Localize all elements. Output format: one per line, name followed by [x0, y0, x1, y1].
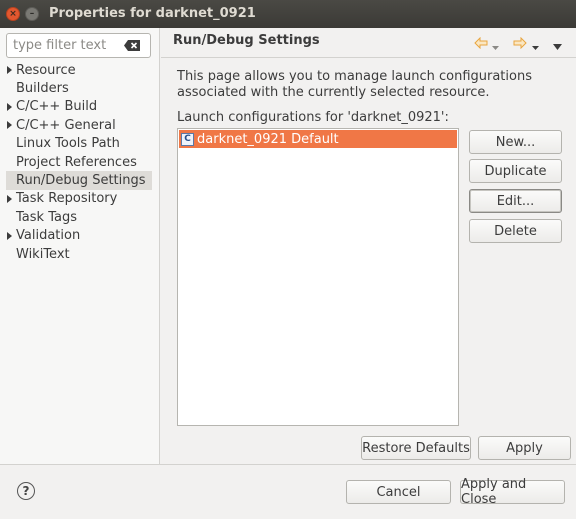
tree-item[interactable]: Task Repository — [6, 190, 152, 208]
footer-divider — [0, 464, 576, 465]
help-icon[interactable]: ? — [17, 482, 35, 500]
filter-placeholder: type filter text — [13, 38, 107, 53]
launch-config-label: Launch configurations for 'darknet_0921'… — [177, 110, 449, 125]
forward-menu-icon[interactable] — [532, 41, 539, 55]
expand-arrow-icon[interactable] — [7, 66, 12, 74]
tree-item[interactable]: Run/Debug Settings — [6, 171, 152, 190]
apply-and-close-button[interactable]: Apply and Close — [460, 477, 565, 507]
tree-item-label: Task Tags — [16, 209, 77, 225]
window-titlebar: × – Properties for darknet_0921 — [0, 0, 576, 28]
back-menu-icon[interactable] — [492, 41, 499, 55]
list-item[interactable]: C darknet_0921 Default — [179, 130, 457, 148]
back-icon[interactable] — [474, 36, 488, 50]
tree-item-label: Resource — [16, 62, 76, 78]
tree-item-label: Linux Tools Path — [16, 136, 120, 152]
forward-icon[interactable] — [513, 36, 527, 50]
tree-item[interactable]: Project References — [6, 153, 152, 171]
tree-item-label: Builders — [16, 81, 69, 97]
tree-item-label: Task Repository — [16, 191, 118, 207]
tree-item-label: C/C++ Build — [16, 99, 98, 115]
tree-item-label: Validation — [16, 228, 81, 244]
tree-item[interactable]: Resource — [6, 61, 152, 79]
apply-button[interactable]: Apply — [478, 436, 571, 460]
edit-button[interactable]: Edit... — [469, 189, 562, 213]
property-pages-pane: type filter text Resource Builders C/C++ B… — [0, 28, 160, 464]
restore-defaults-button[interactable]: Restore Defaults — [361, 436, 471, 460]
new-button[interactable]: New... — [469, 130, 562, 154]
list-item-label: darknet_0921 Default — [197, 131, 339, 147]
tree-item[interactable]: Builders — [6, 79, 152, 97]
delete-button[interactable]: Delete — [469, 219, 562, 243]
tree-item[interactable]: C/C++ General — [6, 116, 152, 134]
cancel-button[interactable]: Cancel — [346, 480, 451, 504]
expand-arrow-icon[interactable] — [7, 231, 12, 240]
clear-filter-icon[interactable] — [124, 40, 141, 51]
expand-arrow-icon[interactable] — [7, 121, 12, 130]
page-title: Run/Debug Settings — [173, 33, 320, 48]
property-tree: Resource Builders C/C++ Build C/C++ General… — [6, 61, 152, 263]
close-icon[interactable]: × — [6, 7, 20, 21]
c-file-icon: C — [181, 132, 194, 146]
tree-item[interactable]: C/C++ Build — [6, 98, 152, 116]
duplicate-button[interactable]: Duplicate — [469, 159, 562, 183]
tree-item-label: Project References — [16, 154, 137, 170]
tree-item-label: WikiText — [16, 246, 70, 262]
page-description: This page allows you to manage launch co… — [177, 69, 532, 100]
view-menu-icon[interactable] — [553, 40, 562, 54]
tree-item[interactable]: Validation — [6, 227, 152, 245]
tree-item[interactable]: Linux Tools Path — [6, 135, 152, 153]
filter-input[interactable]: type filter text — [6, 33, 151, 58]
window-title: Properties for darknet_0921 — [49, 6, 256, 21]
minimize-icon[interactable]: – — [25, 7, 39, 21]
expand-arrow-icon[interactable] — [7, 194, 12, 203]
tree-item[interactable]: WikiText — [6, 245, 152, 263]
launch-config-list[interactable]: C darknet_0921 Default — [177, 128, 459, 426]
tree-item-label: Run/Debug Settings — [16, 173, 146, 189]
expand-arrow-icon[interactable] — [7, 102, 12, 111]
tree-item-label: C/C++ General — [16, 117, 116, 133]
tree-item[interactable]: Task Tags — [6, 208, 152, 226]
page-header: Run/Debug Settings — [161, 28, 576, 58]
